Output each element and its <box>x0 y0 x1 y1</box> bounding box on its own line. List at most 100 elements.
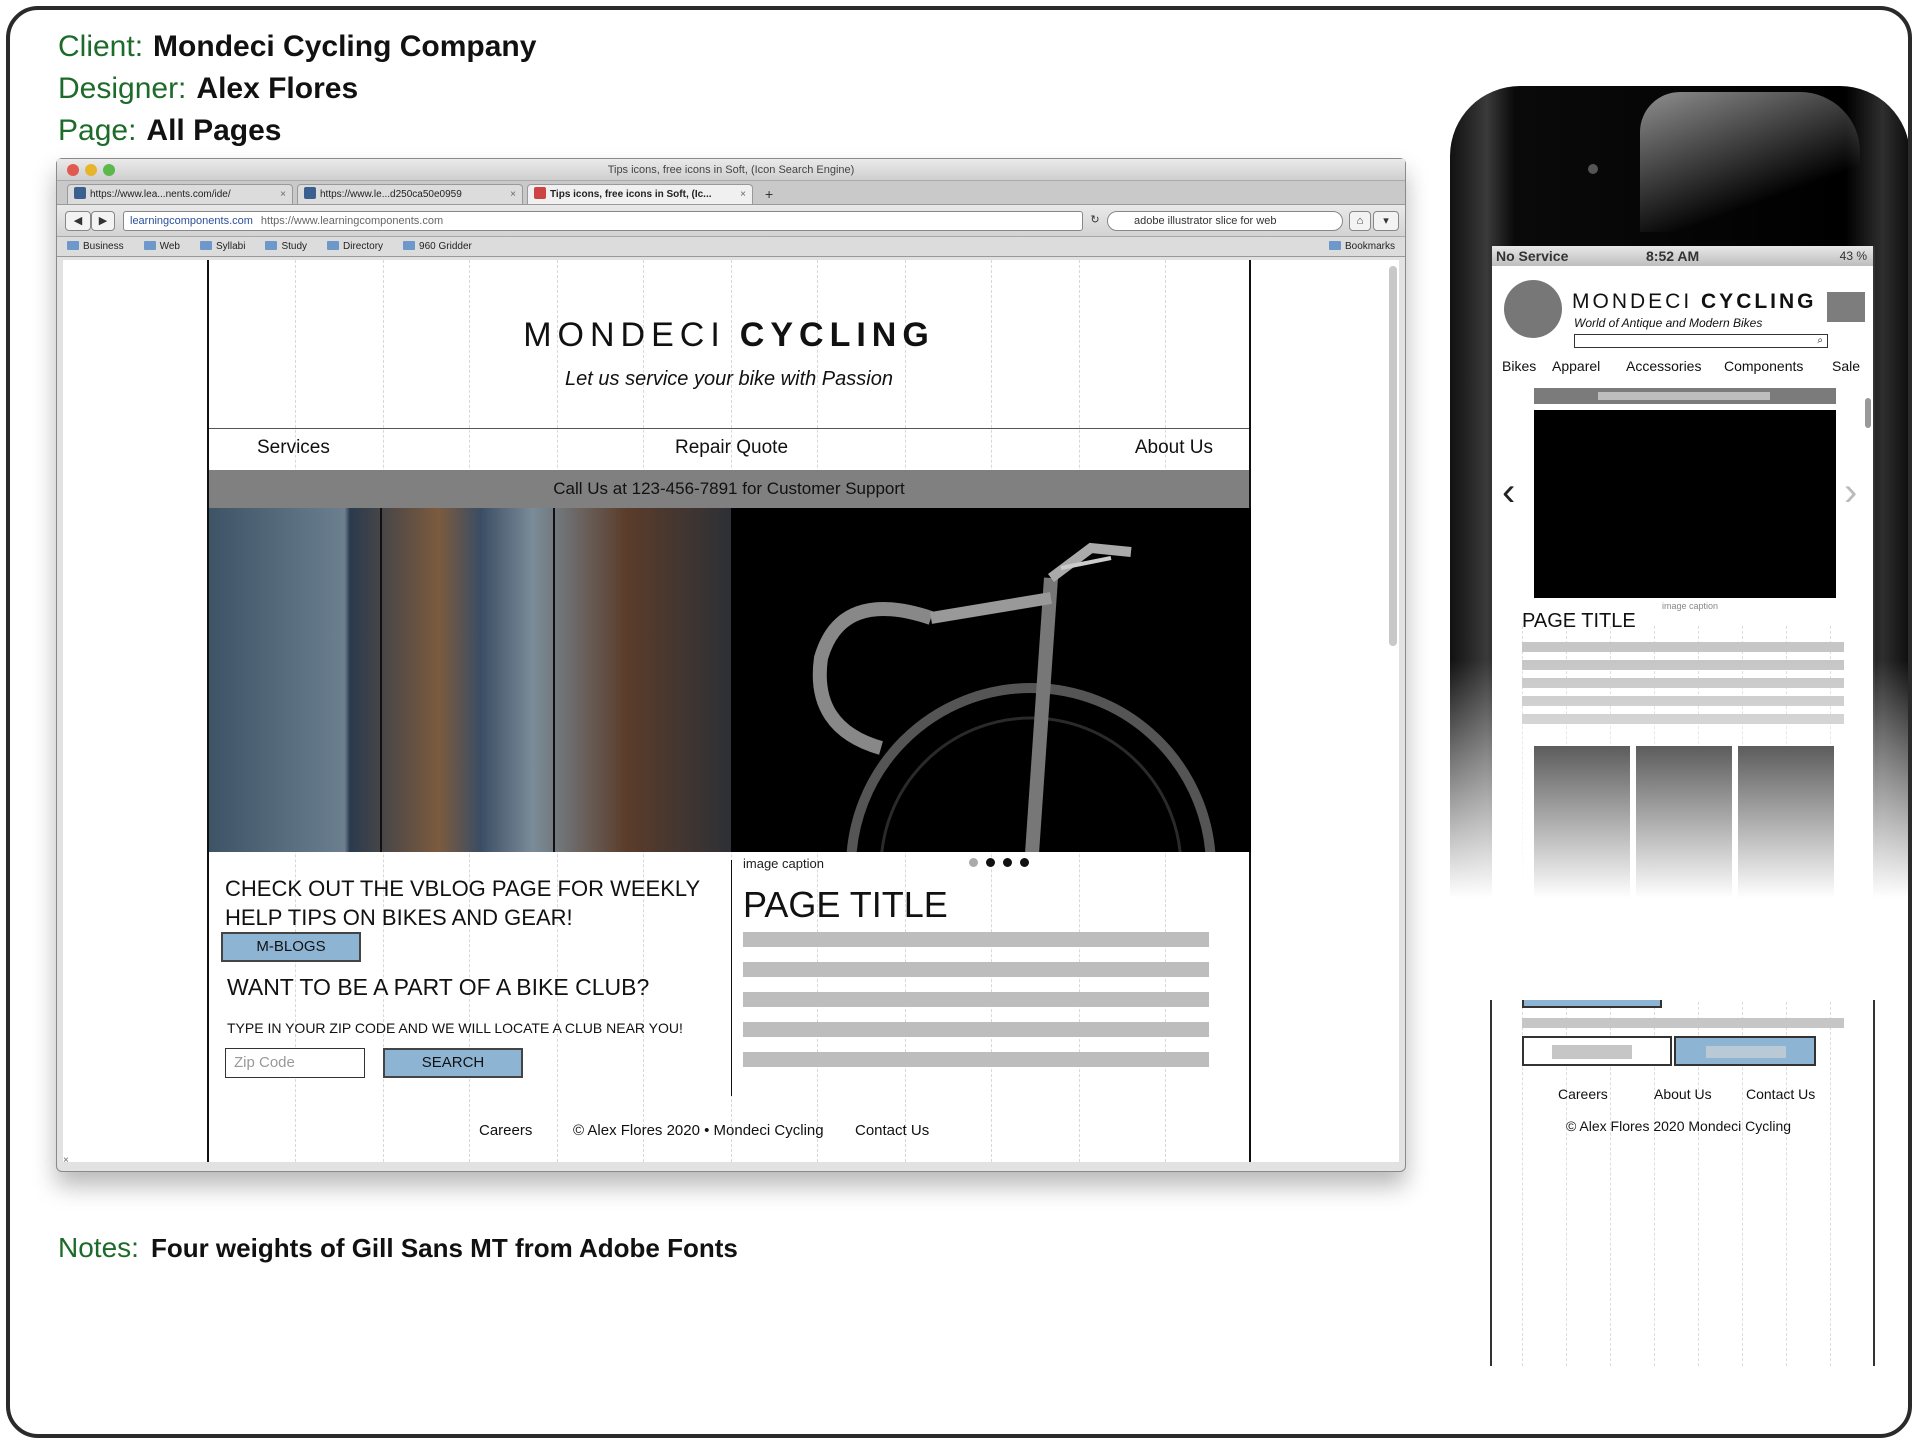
reload-icon[interactable]: ↻ <box>1087 211 1103 231</box>
web-search-input[interactable]: adobe illustrator slice for web <box>1107 211 1343 231</box>
favicon-icon <box>74 187 86 199</box>
mobile-scrollbar[interactable] <box>1865 398 1871 428</box>
mobile-page-title: PAGE TITLE <box>1522 610 1636 632</box>
text-placeholder-line <box>743 1022 1209 1037</box>
bike-club-heading: WANT TO BE A PART OF A BIKE CLUB? <box>227 974 650 1000</box>
text-placeholder-line <box>743 1052 1209 1067</box>
logo-bold-text: CYCLING <box>739 316 935 354</box>
bookmark-study[interactable]: Study <box>265 241 307 252</box>
zoom-window-button[interactable] <box>103 164 115 176</box>
tab-label: Tips icons, free icons in Soft, (Ic... <box>550 189 712 200</box>
close-status-icon[interactable]: × <box>63 1155 69 1166</box>
bookmarks-menu[interactable]: Bookmarks <box>1329 241 1395 252</box>
new-tab-button[interactable]: + <box>757 184 781 204</box>
page-title: PAGE TITLE <box>743 884 948 925</box>
carousel-dot-4[interactable] <box>1020 858 1029 867</box>
carousel-dot-1[interactable] <box>969 858 978 867</box>
logo-light-text: MONDECI <box>523 316 726 354</box>
search-icon[interactable]: ⌕ <box>1817 335 1823 346</box>
minimize-window-button[interactable] <box>85 164 97 176</box>
window-titlebar: Tips icons, free icons in Soft, (Icon Se… <box>57 159 1405 181</box>
page-line: Page: All Pages <box>58 114 281 148</box>
tab-label: https://www.lea...nents.com/ide/ <box>90 189 231 200</box>
browser-tab-1[interactable]: https://www.lea...nents.com/ide/ × <box>67 184 293 204</box>
zip-instruction: TYPE IN YOUR ZIP CODE AND WE WILL LOCATE… <box>227 1020 683 1036</box>
bookmark-directory[interactable]: Directory <box>327 241 383 252</box>
back-button[interactable]: ◀ <box>65 211 91 231</box>
page-viewport: MONDECI CYCLING Let us service your bike … <box>63 260 1399 1162</box>
footer-contact-link[interactable]: Contact Us <box>855 1122 929 1139</box>
mobile-hero-image <box>1534 410 1836 598</box>
mobile-nav-accessories[interactable]: Accessories <box>1626 358 1701 374</box>
browser-tab-2[interactable]: https://www.le...d250ca50e0959 × <box>297 184 523 204</box>
browser-window: Tips icons, free icons in Soft, (Icon Se… <box>56 158 1406 1172</box>
close-tab-icon[interactable]: × <box>740 185 746 204</box>
window-title: Tips icons, free icons in Soft, (Icon Se… <box>607 164 855 176</box>
nav-item-repair-quote[interactable]: Repair Quote <box>675 437 788 459</box>
tab-bar: https://www.lea...nents.com/ide/ × https:… <box>57 181 1405 205</box>
favicon-icon <box>304 187 316 199</box>
footer-copyright: © Alex Flores 2020 • Mondeci Cycling <box>573 1122 824 1139</box>
page-scrollbar[interactable] <box>1389 266 1397 646</box>
hamburger-menu-icon[interactable] <box>1827 292 1865 322</box>
site-logo[interactable]: MONDECI CYCLING <box>209 316 1249 355</box>
camera-icon <box>1588 164 1598 174</box>
hero-bike-image <box>731 508 1251 852</box>
browser-tab-3[interactable]: Tips icons, free icons in Soft, (Ic... × <box>527 184 753 204</box>
carousel-dot-3[interactable] <box>1003 858 1012 867</box>
client-line: Client: Mondeci Cycling Company <box>58 30 536 64</box>
mobile-logo[interactable]: MONDECI CYCLING <box>1572 290 1817 314</box>
mobile-nav-bikes[interactable]: Bikes <box>1502 358 1536 374</box>
mobile-footer-about-us[interactable]: About Us <box>1654 1086 1712 1102</box>
bike-illustration-icon <box>812 542 1216 852</box>
address-bar[interactable]: learningcomponents.com https://www.learni… <box>123 211 1083 231</box>
bookmark-web[interactable]: Web <box>144 241 180 252</box>
footer-careers-link[interactable]: Careers <box>479 1122 532 1139</box>
mobile-footer-contact-us[interactable]: Contact Us <box>1746 1086 1815 1102</box>
url-full: https://www.learningcomponents.com <box>260 215 444 227</box>
close-tab-icon[interactable]: × <box>510 185 516 204</box>
nav-item-about-us[interactable]: About Us <box>1135 437 1213 459</box>
mobile-image-caption: image caption <box>1662 601 1719 611</box>
text-placeholder-line <box>1522 642 1844 652</box>
search-button[interactable]: SEARCH <box>383 1048 523 1078</box>
nav-item-services[interactable]: Services <box>257 437 330 459</box>
designer-value: Alex Flores <box>196 72 359 105</box>
mobile-search-input[interactable]: ⌕ <box>1574 334 1828 348</box>
tab-label: https://www.le...d250ca50e0959 <box>320 189 462 200</box>
mobile-nav-sale[interactable]: Sale <box>1832 358 1860 374</box>
site-nav: Services Repair Quote About Us <box>209 428 1249 470</box>
chevron-left-icon[interactable]: ‹ <box>1502 470 1515 515</box>
designer-label: Designer: <box>58 72 187 105</box>
menu-icon[interactable]: ▾ <box>1373 211 1399 231</box>
mobile-copyright: © Alex Flores 2020 Mondeci Cycling <box>1566 1118 1792 1134</box>
mobile-banner-placeholder <box>1534 388 1836 404</box>
mobile-nav-components[interactable]: Components <box>1724 358 1803 374</box>
mobile-nav-apparel[interactable]: Apparel <box>1552 358 1600 374</box>
presentation-board: Client: Mondeci Cycling Company Designer:… <box>6 6 1912 1438</box>
text-placeholder-line <box>1522 1018 1844 1028</box>
carousel-dots <box>969 858 1029 867</box>
image-caption: image caption <box>743 856 824 871</box>
website-mockup: MONDECI CYCLING Let us service your bike … <box>207 260 1251 1162</box>
close-window-button[interactable] <box>67 164 79 176</box>
text-placeholder-line <box>743 932 1209 947</box>
status-bar: × <box>63 1155 1399 1167</box>
chevron-right-icon[interactable]: › <box>1844 470 1857 515</box>
zip-code-input[interactable]: Zip Code <box>225 1048 365 1078</box>
close-tab-icon[interactable]: × <box>280 185 286 204</box>
forward-button[interactable]: ▶ <box>91 211 115 231</box>
mobile-search-button[interactable] <box>1674 1036 1816 1066</box>
bookmark-business[interactable]: Business <box>67 241 124 252</box>
m-blogs-button[interactable]: M-BLOGS <box>221 932 361 962</box>
carousel-dot-2[interactable] <box>986 858 995 867</box>
home-icon[interactable]: ⌂ <box>1349 211 1371 231</box>
bookmark-960-gridder[interactable]: 960 Gridder <box>403 241 472 252</box>
phone-status-bar: No Service 8:52 AM 43 % <box>1492 246 1873 266</box>
designer-line: Designer: Alex Flores <box>58 72 358 106</box>
mobile-footer-careers[interactable]: Careers <box>1558 1086 1608 1102</box>
page-value: All Pages <box>146 114 282 147</box>
mobile-zip-input[interactable] <box>1522 1036 1672 1066</box>
notes-value: Four weights of Gill Sans MT from Adobe … <box>150 1233 738 1263</box>
bookmark-syllabi[interactable]: Syllabi <box>200 241 245 252</box>
